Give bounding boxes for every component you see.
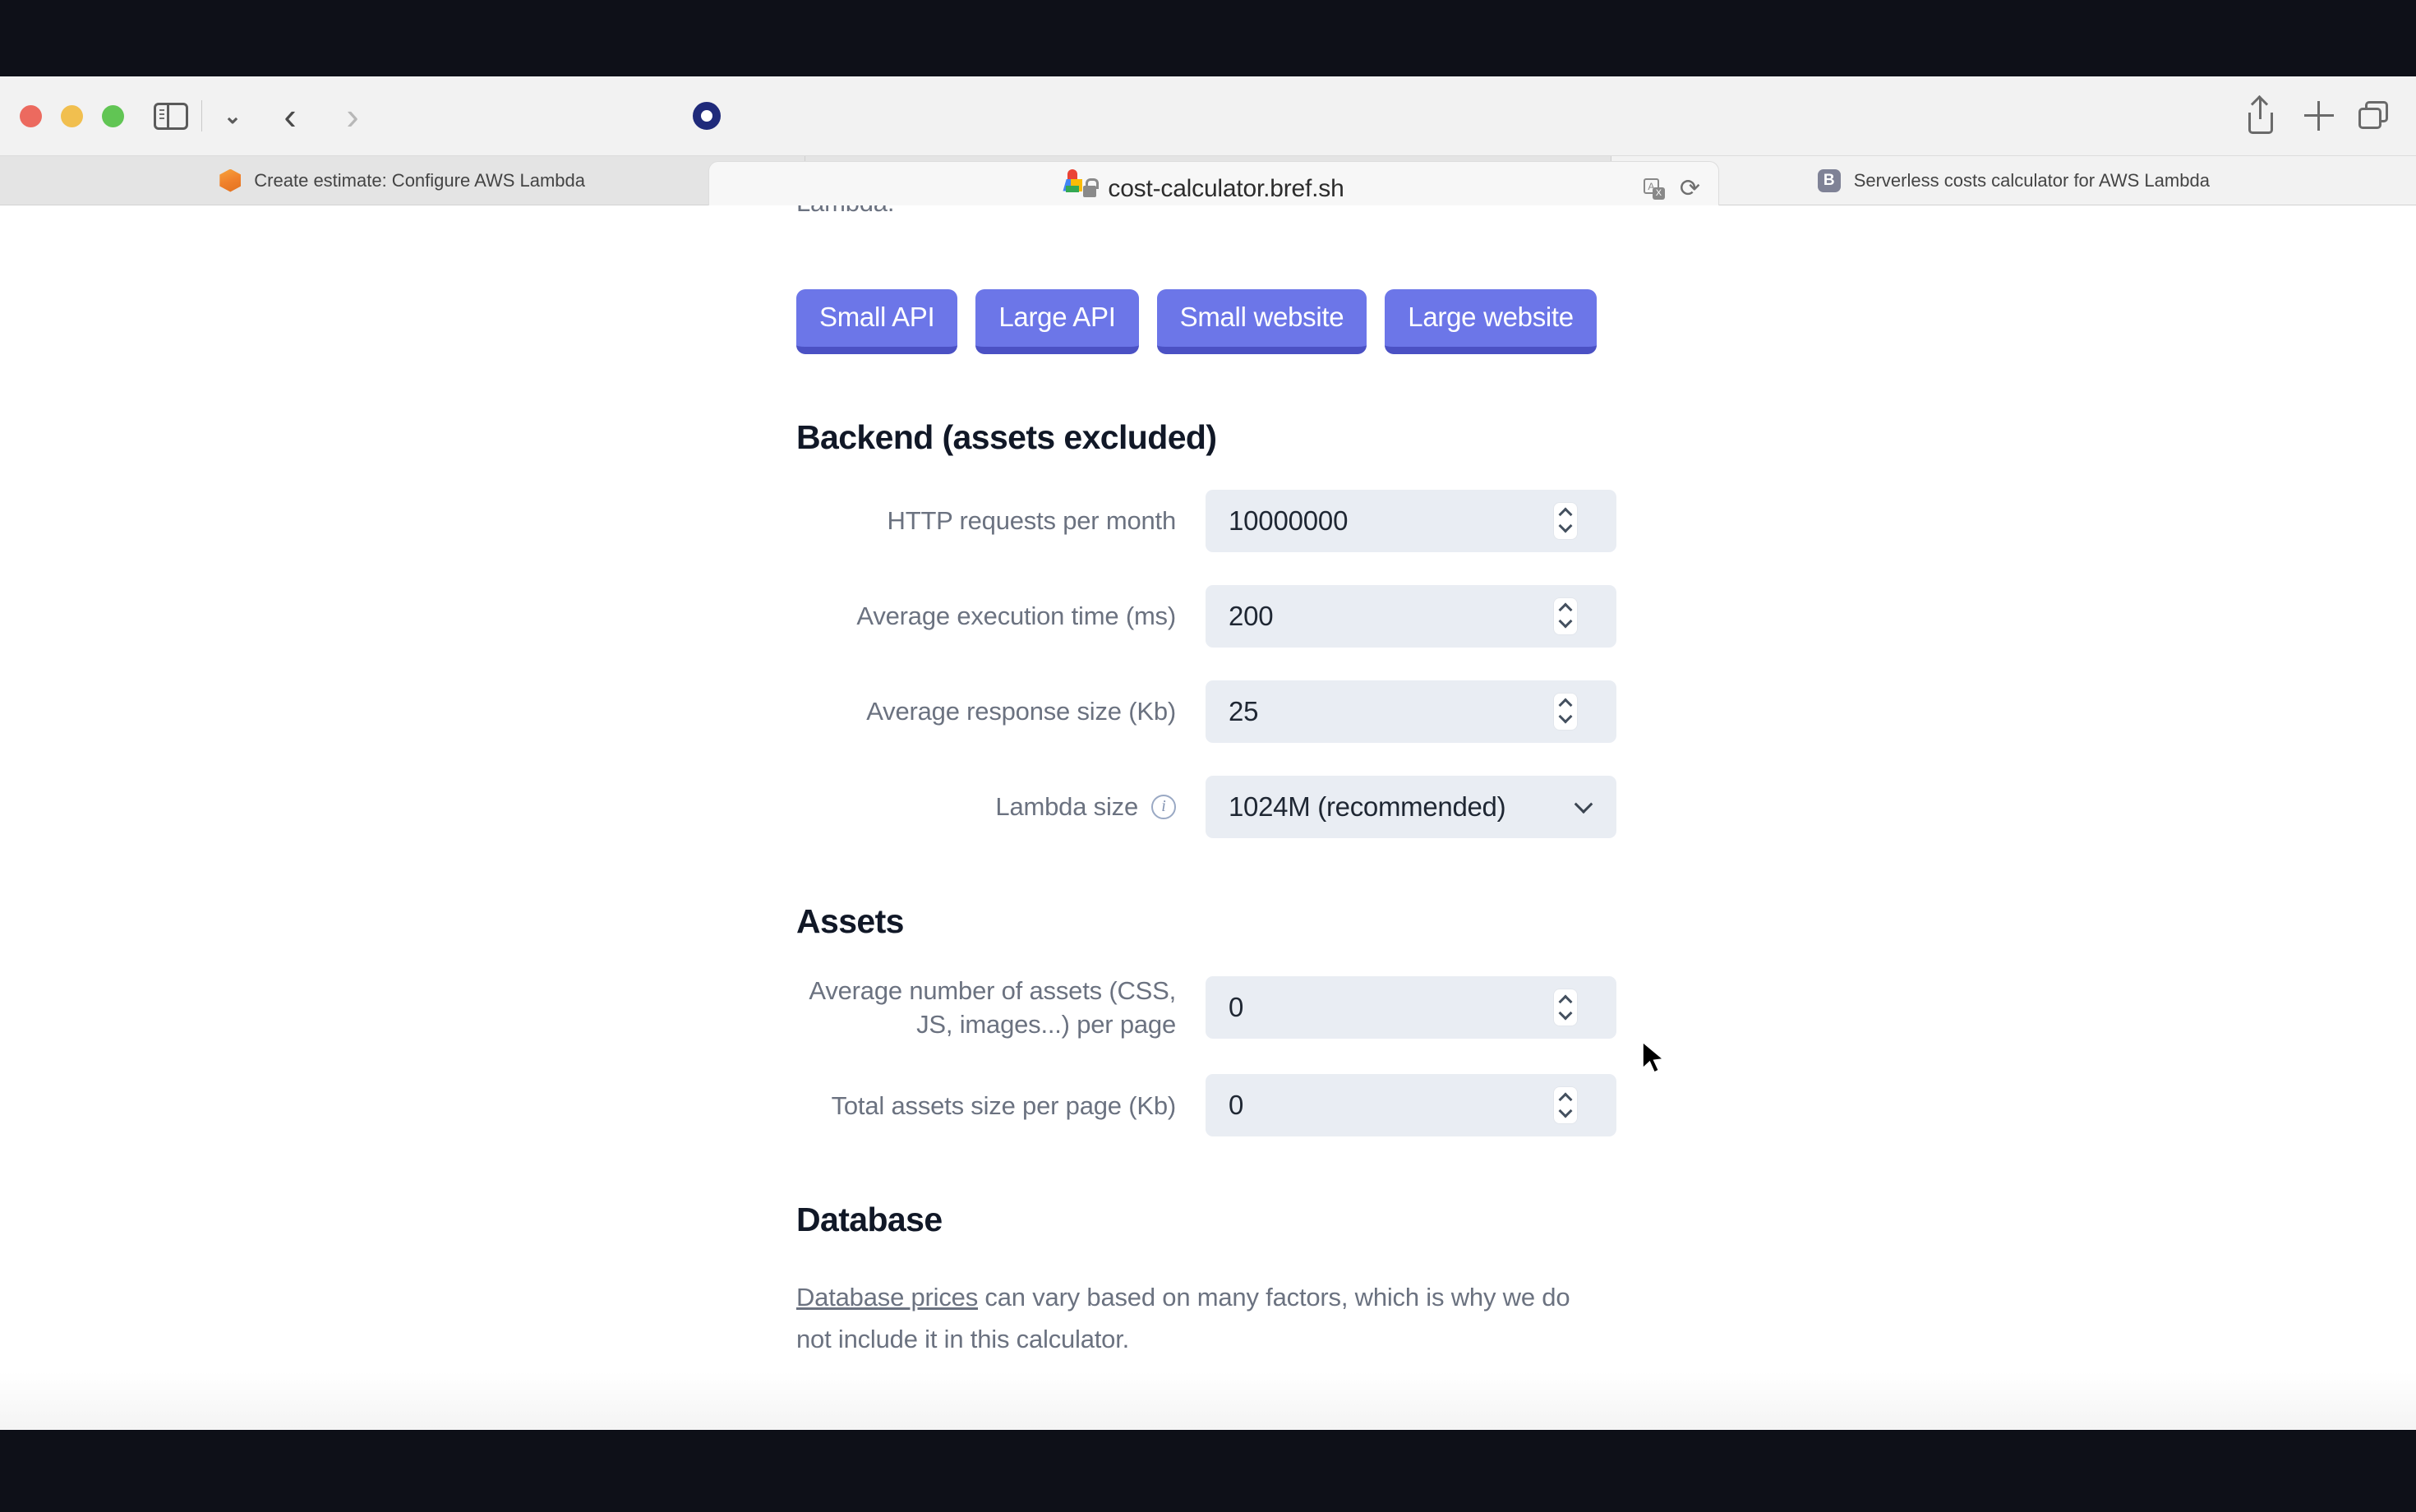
field-response-size: Average response size (Kb) 25 [796,680,1621,743]
input-value: 25 [1229,695,1259,726]
section-heading-backend: Backend (assets excluded) [796,417,1217,456]
sidebar-icon-lines [159,108,164,119]
field-label: Average execution time (ms) [856,602,1176,631]
bref-ring-icon [693,102,721,130]
window-controls [20,104,124,127]
toolbar-right-actions [2240,94,2398,137]
maximize-window-button[interactable] [102,104,124,127]
chevron-right-icon: › [346,94,359,137]
preset-large-website-button[interactable]: Large website [1385,288,1597,354]
field-lambda-size: Lambda size i 1024M (recommended) [796,775,1621,838]
browser-window: ⌄ ‹ › cost-calculator.bref.sh AX ⟳ Creat… [0,76,2416,1430]
toolbar-divider [201,100,202,131]
browser-toolbar: ⌄ ‹ › cost-calculator.bref.sh AX ⟳ [0,76,2416,217]
field-label: Average number of assets (CSS, JS, image… [809,975,1176,1040]
site-favicon [690,102,721,130]
back-button[interactable]: ‹ [265,90,316,141]
input-value: 200 [1229,600,1274,631]
field-assets-count: Average number of assets (CSS, JS, image… [796,974,1621,1041]
chevron-left-icon: ‹ [284,94,297,137]
tab-title: Create estimate: Configure AWS Lambda [254,169,586,191]
field-label: Total assets size per page (Kb) [831,1090,1177,1120]
field-label: Average response size (Kb) [866,697,1176,726]
translate-icon[interactable]: AX [1643,178,1665,200]
sidebar-icon [154,102,188,130]
aws-lambda-icon [219,168,242,192]
preset-large-api-button[interactable]: Large API [975,288,1139,354]
database-note: Database prices can vary based on many f… [796,1277,1585,1360]
preset-buttons: Small API Large API Small website Large … [796,288,1621,354]
number-stepper[interactable] [1554,693,1577,730]
sidebar-toggle-button[interactable] [145,90,196,141]
lock-icon [1083,177,1100,197]
new-tab-icon[interactable] [2298,94,2340,137]
assets-size-input[interactable]: 0 [1206,1074,1616,1137]
http-requests-input[interactable]: 10000000 [1206,489,1616,552]
number-stepper[interactable] [1554,989,1577,1026]
bref-b-icon: B [1817,168,1841,192]
field-label-with-info: Lambda size i [796,792,1206,822]
execution-time-input[interactable]: 200 [1206,584,1616,648]
field-http-requests: HTTP requests per month 10000000 [796,489,1621,552]
page-bottom-fade [0,1371,2416,1429]
select-value: 1024M (recommended) [1229,791,1506,822]
chevron-down-icon: ⌄ [224,104,242,128]
chevron-down-icon [1574,795,1593,814]
reload-icon[interactable]: ⟳ [1680,177,1700,201]
section-heading-database: Database [796,1201,943,1239]
clipped-intro-text: Lambda. [796,205,1621,224]
field-execution-time: Average execution time (ms) 200 [796,584,1621,648]
address-bar-url: cost-calculator.bref.sh [1108,175,1344,202]
tab-title: Serverless costs calculator for AWS Lamb… [1853,169,2210,191]
input-value: 0 [1229,1090,1244,1121]
section-heading-assets: Assets [796,901,904,940]
desktop-background: ⌄ ‹ › cost-calculator.bref.sh AX ⟳ Creat… [0,0,2416,1512]
close-window-button[interactable] [20,104,42,127]
number-stepper[interactable] [1554,1087,1577,1124]
field-assets-size: Total assets size per page (Kb) 0 [796,1074,1621,1137]
tab-serverless-cost-calculator[interactable]: B Serverless costs calculator for AWS La… [1611,156,2416,205]
number-stepper[interactable] [1554,502,1577,539]
response-size-input[interactable]: 25 [1206,680,1616,743]
input-value: 0 [1229,992,1244,1023]
preset-small-api-button[interactable]: Small API [796,288,958,354]
google-cloud-icon [1062,168,1083,192]
tab-aws-estimate[interactable]: Create estimate: Configure AWS Lambda [0,156,806,205]
page-content: Lambda. Small API Large API Small websit… [0,205,2416,1429]
forward-button[interactable]: › [327,90,378,141]
database-prices-link[interactable]: Database prices [796,1283,978,1311]
info-icon[interactable]: i [1151,794,1176,819]
number-stepper[interactable] [1554,597,1577,634]
share-icon[interactable] [2240,94,2283,137]
sidebar-dropdown-button[interactable]: ⌄ [207,90,258,141]
lambda-size-select[interactable]: 1024M (recommended) [1206,775,1616,838]
input-value: 10000000 [1229,505,1349,536]
field-label: HTTP requests per month [887,506,1177,536]
preset-small-website-button[interactable]: Small website [1156,288,1367,354]
minimize-window-button[interactable] [61,104,83,127]
field-label: Lambda size [995,791,1138,821]
assets-count-input[interactable]: 0 [1206,976,1616,1040]
tab-overview-icon[interactable] [2355,94,2398,137]
